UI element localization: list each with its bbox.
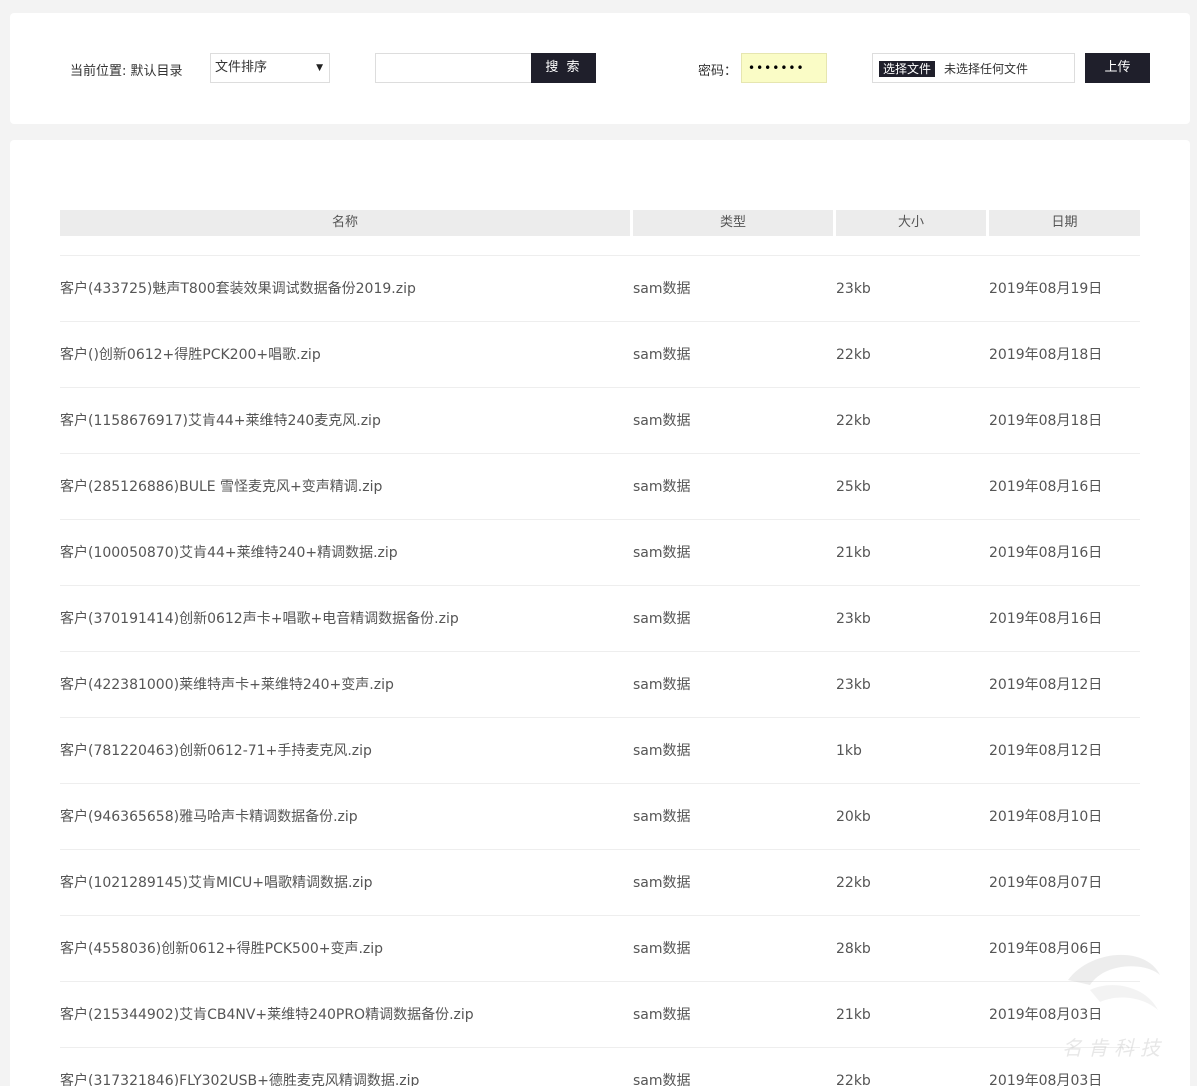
header-type[interactable]: 类型 (633, 210, 833, 236)
file-status-text: 未选择任何文件 (944, 62, 1029, 76)
table-row[interactable]: 客户(1158676917)艾肯44+莱维特240麦克风.zip sam数据 2… (60, 388, 1140, 454)
file-table: 名称 类型 大小 日期 客户(433725)魅声T800套装效果调试数据备份20… (60, 210, 1140, 1086)
password-label: 密码： (698, 64, 738, 79)
file-size: 21kb (836, 1007, 871, 1023)
toolbar-panel: 当前位置: 默认目录 文件排序 ▼ 搜 索 密码： ••••••• 选择文件 未… (10, 13, 1190, 124)
file-type: sam数据 (633, 545, 691, 561)
table-row[interactable]: 客户(215344902)艾肯CB4NV+莱维特240PRO精调数据备份.zip… (60, 982, 1140, 1048)
file-name-link[interactable]: 客户()创新0612+得胜PCK200+唱歌.zip (60, 322, 321, 388)
table-row[interactable]: 客户(317321846)FLY302USB+德胜麦克风精调数据.zip sam… (60, 1048, 1140, 1086)
breadcrumb: 当前位置: 默认目录 (70, 64, 183, 79)
file-size: 20kb (836, 809, 871, 825)
table-header: 名称 类型 大小 日期 (60, 210, 1140, 236)
file-picker[interactable]: 选择文件 未选择任何文件 (872, 53, 1075, 83)
file-name-link[interactable]: 客户(215344902)艾肯CB4NV+莱维特240PRO精调数据备份.zip (60, 982, 474, 1048)
password-field[interactable]: ••••••• (741, 53, 827, 83)
file-date: 2019年08月19日 (989, 281, 1103, 297)
file-date: 2019年08月18日 (989, 413, 1103, 429)
file-type: sam数据 (633, 611, 691, 627)
file-size: 21kb (836, 545, 871, 561)
sort-select[interactable]: 文件排序 ▼ (210, 53, 330, 83)
file-date: 2019年08月03日 (989, 1007, 1103, 1023)
table-row[interactable]: 客户(422381000)莱维特声卡+莱维特240+变声.zip sam数据 2… (60, 652, 1140, 718)
table-row[interactable]: 客户(781220463)创新0612-71+手持麦克风.zip sam数据 1… (60, 718, 1140, 784)
file-type: sam数据 (633, 941, 691, 957)
file-name-link[interactable]: 客户(946365658)雅马哈声卡精调数据备份.zip (60, 784, 358, 850)
table-row[interactable]: 客户(4558036)创新0612+得胜PCK500+变声.zip sam数据 … (60, 916, 1140, 982)
file-type: sam数据 (633, 875, 691, 891)
file-type: sam数据 (633, 413, 691, 429)
file-size: 25kb (836, 479, 871, 495)
file-size: 22kb (836, 875, 871, 891)
search-input[interactable] (375, 53, 532, 83)
file-name-link[interactable]: 客户(4558036)创新0612+得胜PCK500+变声.zip (60, 916, 383, 982)
upload-button[interactable]: 上传 (1085, 53, 1150, 83)
header-size[interactable]: 大小 (836, 210, 986, 236)
file-type: sam数据 (633, 479, 691, 495)
file-name-link[interactable]: 客户(781220463)创新0612-71+手持麦克风.zip (60, 718, 372, 784)
file-size: 23kb (836, 611, 871, 627)
table-row[interactable]: 客户(100050870)艾肯44+莱维特240+精调数据.zip sam数据 … (60, 520, 1140, 586)
file-size: 22kb (836, 1073, 871, 1086)
file-name-link[interactable]: 客户(370191414)创新0612声卡+唱歌+电音精调数据备份.zip (60, 586, 459, 652)
table-row[interactable]: 客户(946365658)雅马哈声卡精调数据备份.zip sam数据 20kb … (60, 784, 1140, 850)
header-date[interactable]: 日期 (989, 210, 1140, 236)
file-size: 28kb (836, 941, 871, 957)
file-date: 2019年08月10日 (989, 809, 1103, 825)
sort-select-value: 文件排序 (215, 60, 268, 75)
file-size: 1kb (836, 743, 862, 759)
file-date: 2019年08月16日 (989, 545, 1103, 561)
file-date: 2019年08月16日 (989, 611, 1103, 627)
table-body: 客户(433725)魅声T800套装效果调试数据备份2019.zip sam数据… (60, 255, 1140, 1086)
file-name-link[interactable]: 客户(422381000)莱维特声卡+莱维特240+变声.zip (60, 652, 394, 718)
file-date: 2019年08月06日 (989, 941, 1103, 957)
choose-file-button[interactable]: 选择文件 (879, 61, 936, 77)
file-name-link[interactable]: 客户(100050870)艾肯44+莱维特240+精调数据.zip (60, 520, 398, 586)
file-name-link[interactable]: 客户(285126886)BULE 雪怪麦克风+变声精调.zip (60, 454, 382, 520)
file-date: 2019年08月03日 (989, 1073, 1103, 1086)
table-row[interactable]: 客户(433725)魅声T800套装效果调试数据备份2019.zip sam数据… (60, 256, 1140, 322)
file-date: 2019年08月07日 (989, 875, 1103, 891)
header-name[interactable]: 名称 (60, 210, 630, 236)
content-panel: 名称 类型 大小 日期 客户(433725)魅声T800套装效果调试数据备份20… (10, 140, 1190, 1086)
file-name-link[interactable]: 客户(433725)魅声T800套装效果调试数据备份2019.zip (60, 256, 416, 322)
file-type: sam数据 (633, 743, 691, 759)
file-size: 23kb (836, 281, 871, 297)
table-row[interactable]: 客户()创新0612+得胜PCK200+唱歌.zip sam数据 22kb 20… (60, 322, 1140, 388)
file-name-link[interactable]: 客户(1021289145)艾肯MICU+唱歌精调数据.zip (60, 850, 373, 916)
file-name-link[interactable]: 客户(1158676917)艾肯44+莱维特240麦克风.zip (60, 388, 381, 454)
file-type: sam数据 (633, 1073, 691, 1086)
table-row[interactable]: 客户(370191414)创新0612声卡+唱歌+电音精调数据备份.zip sa… (60, 586, 1140, 652)
file-size: 23kb (836, 677, 871, 693)
file-size: 22kb (836, 413, 871, 429)
table-row[interactable]: 客户(285126886)BULE 雪怪麦克风+变声精调.zip sam数据 2… (60, 454, 1140, 520)
file-type: sam数据 (633, 677, 691, 693)
file-name-link[interactable]: 客户(317321846)FLY302USB+德胜麦克风精调数据.zip (60, 1048, 419, 1086)
file-date: 2019年08月16日 (989, 479, 1103, 495)
file-type: sam数据 (633, 809, 691, 825)
file-type: sam数据 (633, 1007, 691, 1023)
file-date: 2019年08月12日 (989, 743, 1103, 759)
file-date: 2019年08月18日 (989, 347, 1103, 363)
search-button[interactable]: 搜 索 (531, 53, 596, 83)
file-date: 2019年08月12日 (989, 677, 1103, 693)
dropdown-arrow-icon: ▼ (316, 63, 323, 73)
table-row[interactable]: 客户(1021289145)艾肯MICU+唱歌精调数据.zip sam数据 22… (60, 850, 1140, 916)
file-type: sam数据 (633, 281, 691, 297)
file-type: sam数据 (633, 347, 691, 363)
file-size: 22kb (836, 347, 871, 363)
